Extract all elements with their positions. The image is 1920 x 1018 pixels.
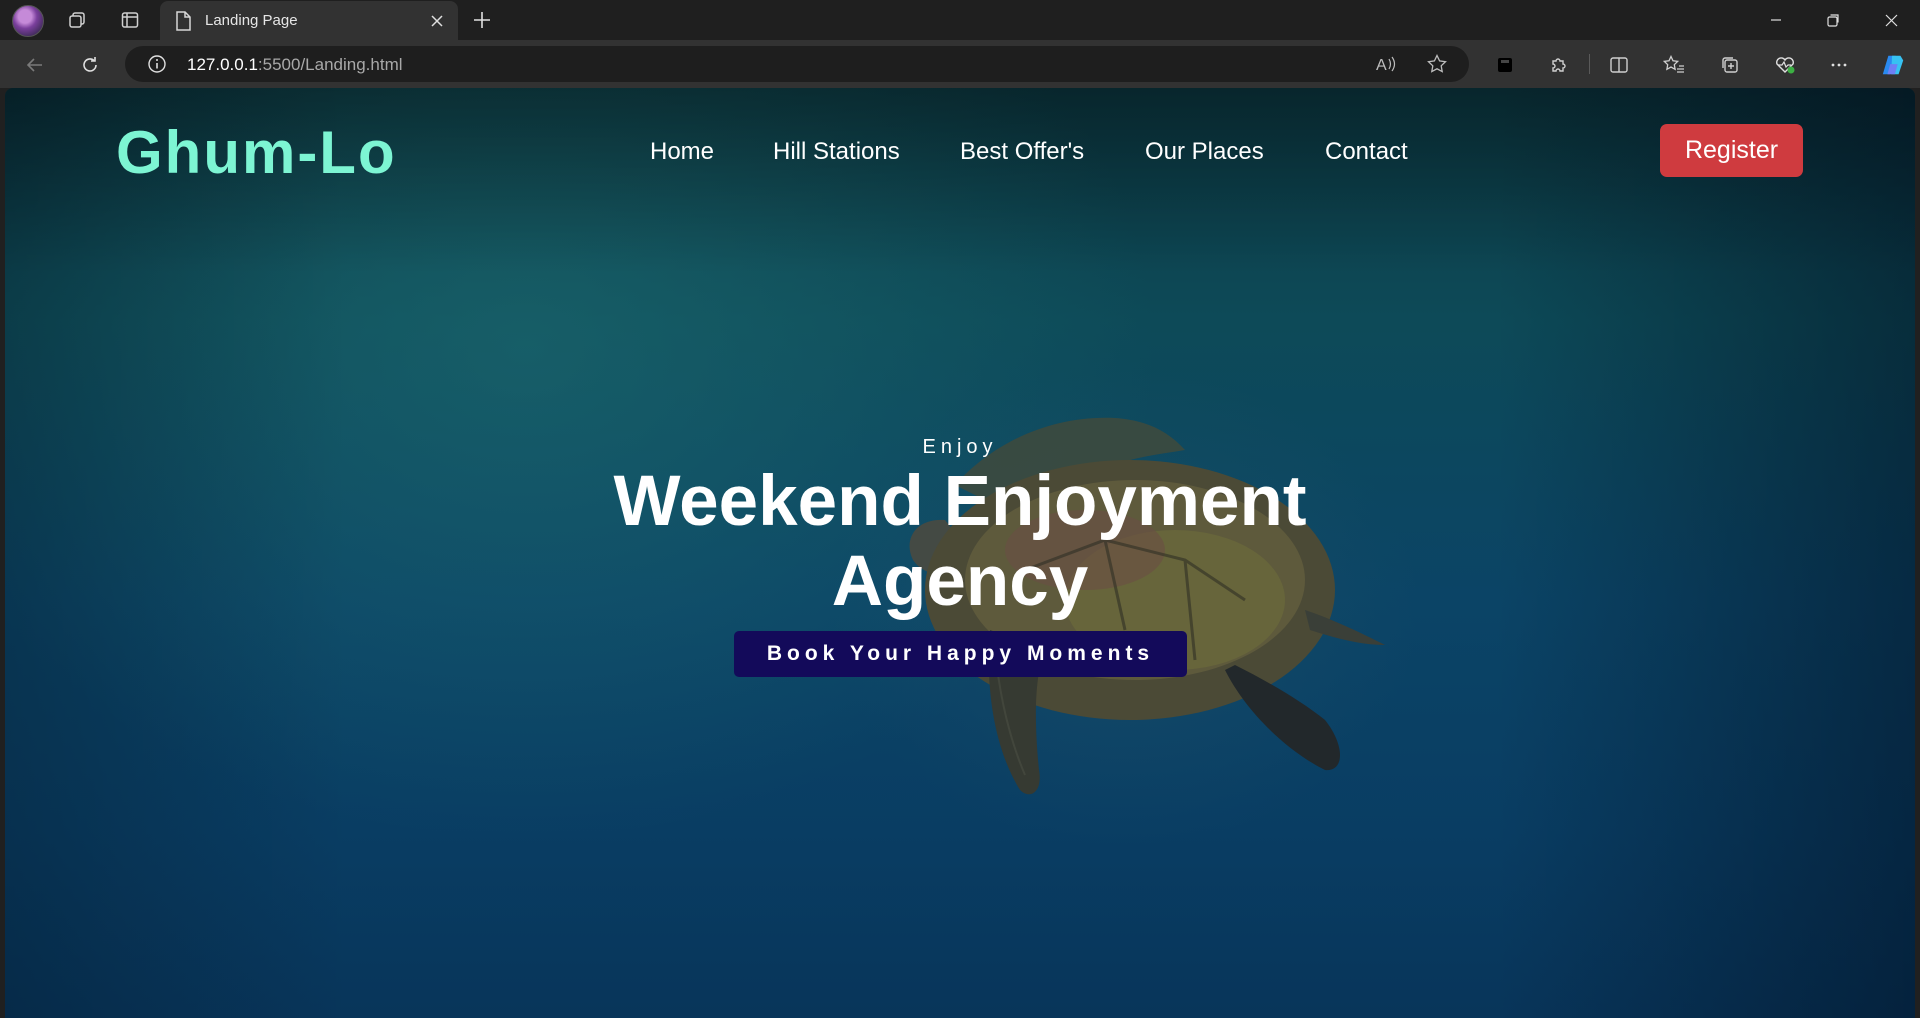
favorite-star-icon[interactable] (1427, 54, 1447, 79)
nav-link-our-places[interactable]: Our Places (1145, 138, 1264, 166)
tab-title: Landing Page (205, 12, 298, 29)
nav-link-best-offers[interactable]: Best Offer's (960, 138, 1084, 166)
collections-icon[interactable] (1717, 52, 1743, 78)
restore-icon[interactable] (1804, 0, 1862, 40)
url-path: :5500/Landing.html (257, 55, 403, 74)
extension-black-icon[interactable] (1492, 52, 1518, 78)
toolbar-separator (1589, 54, 1590, 74)
split-screen-icon[interactable] (1606, 52, 1632, 78)
url-host: 127.0.0.1 (187, 55, 258, 74)
book-now-button[interactable]: Book Your Happy Moments (734, 631, 1187, 677)
extensions-puzzle-icon[interactable] (1546, 52, 1572, 78)
svg-text:A: A (1376, 57, 1387, 74)
nav-link-home[interactable]: Home (650, 138, 714, 166)
back-icon[interactable] (22, 52, 48, 78)
site-logo[interactable]: Ghum-Lo (116, 118, 397, 187)
register-button[interactable]: Register (1660, 124, 1803, 177)
nav-link-contact[interactable]: Contact (1325, 138, 1408, 166)
page-viewport: Ghum-Lo Home Hill Stations Best Offer's … (5, 88, 1915, 1018)
site-info-icon[interactable] (147, 54, 167, 79)
workspaces-icon[interactable] (63, 6, 91, 34)
address-bar[interactable]: 127.0.0.1:5500/Landing.html A (125, 46, 1469, 82)
close-window-icon[interactable] (1862, 0, 1920, 40)
tab-landing-page[interactable]: Landing Page (160, 1, 458, 40)
hero-title-line-2: Agency (831, 542, 1089, 621)
hero-eyebrow: Enjoy (922, 436, 998, 458)
profile-avatar[interactable] (12, 5, 44, 37)
copilot-icon[interactable] (1880, 52, 1906, 78)
more-options-icon[interactable] (1826, 52, 1852, 78)
read-aloud-icon[interactable]: A (1375, 54, 1397, 79)
hero-title-line-1: Weekend Enjoyment (613, 462, 1307, 541)
refresh-icon[interactable] (77, 52, 103, 78)
close-tab-icon[interactable] (426, 10, 448, 32)
favorites-icon[interactable] (1661, 52, 1687, 78)
minimize-icon[interactable] (1747, 0, 1805, 40)
url-text: 127.0.0.1:5500/Landing.html (187, 55, 403, 75)
page-icon (175, 11, 191, 36)
nav-link-hill-stations[interactable]: Hill Stations (773, 138, 900, 166)
vertical-tabs-icon[interactable] (116, 6, 144, 34)
hero-title: Weekend Enjoyment Agency (5, 462, 1915, 622)
browser-tab-bar: Landing Page (0, 0, 1920, 40)
new-tab-icon[interactable] (468, 6, 496, 34)
browser-essentials-icon[interactable] (1772, 52, 1798, 78)
browser-toolbar: 127.0.0.1:5500/Landing.html A (0, 40, 1920, 88)
